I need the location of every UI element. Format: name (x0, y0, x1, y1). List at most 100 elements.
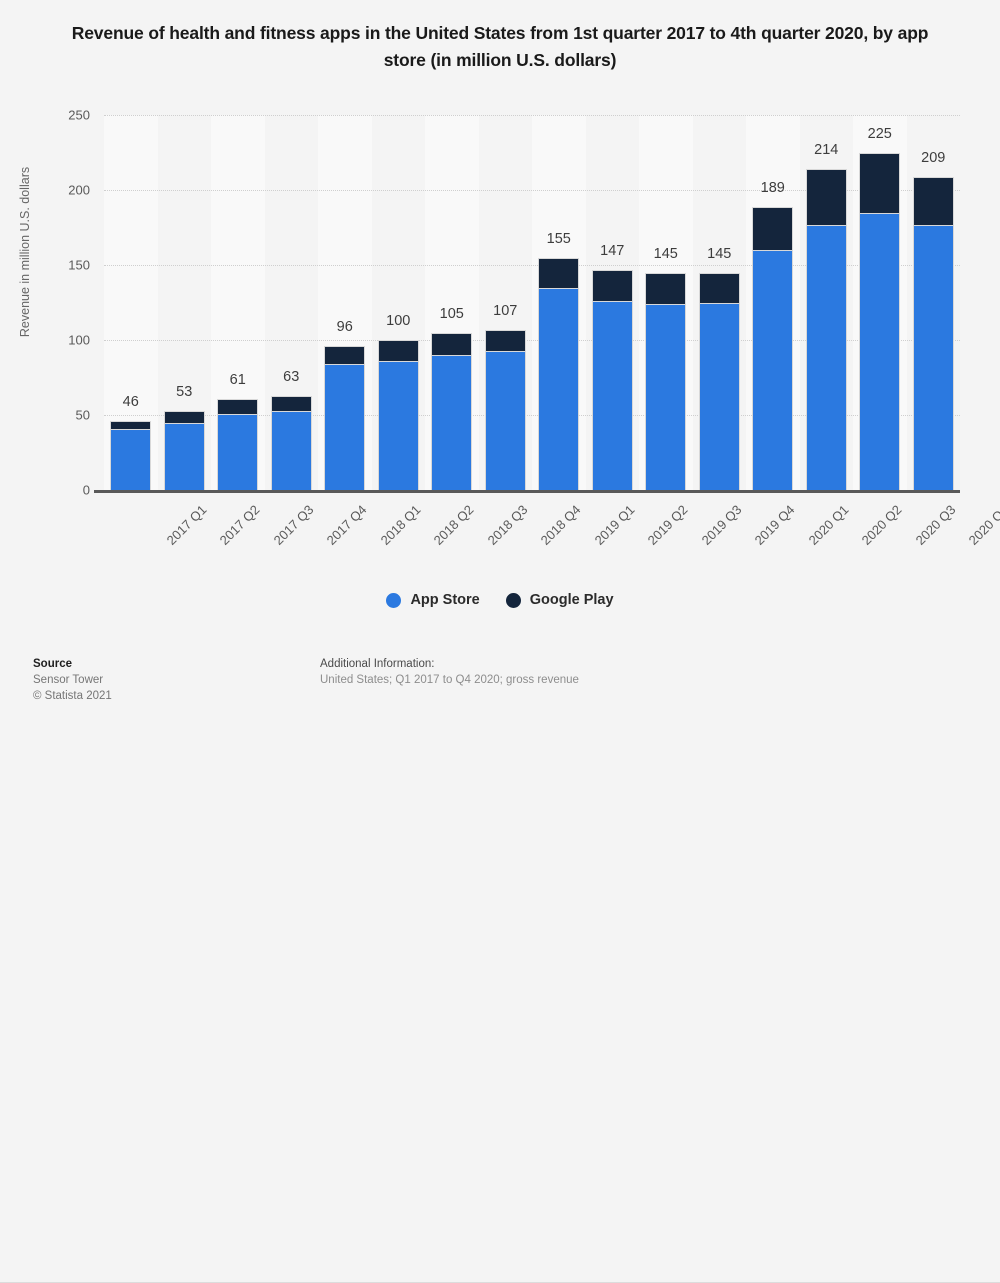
x-tick-label: 2018 Q2 (430, 502, 477, 548)
y-tick-label: 0 (82, 482, 90, 498)
additional-info-text: United States; Q1 2017 to Q4 2020; gross… (320, 674, 579, 686)
y-tick-label: 100 (68, 332, 90, 348)
bar-segment-app-store[interactable] (591, 301, 633, 490)
bar-group[interactable] (431, 332, 473, 490)
bar-value-label: 145 (653, 245, 678, 262)
bar-group[interactable] (698, 272, 740, 490)
bar-segment-google-play[interactable] (859, 152, 901, 213)
bar-segment-google-play[interactable] (484, 329, 526, 351)
bar-group[interactable] (752, 206, 794, 490)
bar-segment-app-store[interactable] (217, 413, 259, 490)
bar-segment-app-store[interactable] (645, 304, 687, 490)
bar-group[interactable] (645, 272, 687, 490)
bar-group[interactable] (110, 421, 152, 490)
plot-frame: 46 2017 Q1 53 2017 Q2 61 2017 Q3 63 2017 Q4 96 20… (94, 115, 1000, 548)
bar-segment-google-play[interactable] (591, 269, 633, 301)
bar-segment-app-store[interactable] (859, 212, 901, 490)
legend-swatch-circle-icon (505, 592, 521, 608)
bar-group[interactable] (163, 410, 205, 490)
bar-value-label: 155 (546, 230, 571, 247)
page-title: Revenue of health and fitness apps in th… (71, 23, 929, 70)
bar-value-label: 61 (229, 371, 246, 388)
bar-segment-app-store[interactable] (270, 410, 312, 490)
footer: Source Sensor Tower © Statista 2021 Addi… (0, 641, 1000, 1283)
bar-value-label: 63 (283, 368, 300, 385)
bar-segment-google-play[interactable] (538, 257, 580, 288)
bar-segment-google-play[interactable] (698, 272, 740, 303)
bar-segment-google-play[interactable] (752, 206, 794, 250)
bar-value-label: 53 (176, 383, 193, 400)
legend-item-google-play[interactable]: Google Play (505, 592, 614, 608)
x-tick-label: 2020 Q4 (965, 502, 1000, 548)
bar-group[interactable] (912, 176, 954, 490)
bar-value-label: 107 (493, 302, 518, 319)
x-tick-label: 2019 Q3 (698, 502, 745, 548)
bar-segment-google-play[interactable] (270, 395, 312, 411)
x-axis-line (94, 490, 960, 493)
bar-segment-app-store[interactable] (377, 361, 419, 490)
bar-segment-google-play[interactable] (431, 332, 473, 355)
bar-segment-google-play[interactable] (377, 340, 419, 361)
x-tick-label: 2019 Q1 (591, 502, 638, 548)
y-tick-label: 50 (75, 407, 90, 423)
x-tick-label: 2018 Q1 (377, 502, 424, 548)
bar-value-label: 214 (814, 142, 839, 158)
bar-value-label: 209 (921, 149, 946, 166)
bar-value-label: 96 (336, 319, 353, 335)
x-tick-label: 2017 Q3 (270, 502, 317, 548)
bar-value-label: 105 (439, 305, 464, 322)
bar-value-label: 147 (600, 242, 625, 259)
bar-group[interactable] (591, 269, 633, 490)
x-tick-label: 2020 Q1 (805, 502, 852, 548)
legend-item-label: App Store (410, 592, 480, 608)
copyright-text: © Statista 2021 (33, 690, 112, 702)
bar-value-label: 225 (867, 125, 892, 142)
x-tick-label: 2020 Q3 (912, 502, 959, 548)
bar-segment-app-store[interactable] (110, 428, 152, 490)
chart-legend: App Store Google Play (0, 592, 1000, 608)
bar-segment-app-store[interactable] (805, 224, 847, 490)
legend-swatch-circle-icon (386, 592, 402, 608)
bar-segment-app-store[interactable] (431, 355, 473, 490)
footer-additional-block: Additional Information: United States; Q… (320, 656, 579, 688)
x-tick-label: 2019 Q2 (644, 502, 691, 548)
bar-segment-app-store[interactable] (698, 302, 740, 490)
plot-area: 46 2017 Q1 53 2017 Q2 61 2017 Q3 63 2017 Q4 96 20… (104, 115, 1000, 548)
bar-segment-app-store[interactable] (538, 287, 580, 490)
bar-group[interactable] (484, 329, 526, 490)
source-heading: Source (33, 658, 72, 670)
y-axis-tick-labels: 0 50 100 150 200 250 (40, 108, 90, 498)
bar-segment-google-play[interactable] (110, 421, 152, 429)
bar-segment-app-store[interactable] (912, 224, 954, 490)
bar-segment-google-play[interactable] (217, 398, 259, 414)
bar-group[interactable] (538, 257, 580, 490)
bar-segment-google-play[interactable] (324, 346, 366, 364)
legend-item-app-store[interactable]: App Store (386, 592, 480, 608)
bar-segment-app-store[interactable] (484, 350, 526, 490)
x-tick-label: 2020 Q2 (858, 502, 905, 548)
bar-segment-app-store[interactable] (752, 250, 794, 490)
additional-info-heading: Additional Information: (320, 658, 435, 670)
bar-group[interactable] (805, 169, 847, 490)
bar-segment-google-play[interactable] (645, 272, 687, 304)
y-tick-label: 150 (68, 257, 90, 273)
x-tick-label: 2017 Q4 (323, 502, 370, 548)
bar-segment-app-store[interactable] (324, 364, 366, 490)
bar-group[interactable] (217, 398, 259, 490)
bar-group[interactable] (377, 340, 419, 490)
bar-value-label: 189 (760, 179, 785, 196)
bar-group[interactable] (859, 152, 901, 490)
bar-segment-app-store[interactable] (163, 422, 205, 490)
bar-group[interactable] (324, 346, 366, 490)
x-tick-label: 2017 Q1 (163, 502, 210, 548)
bar-value-label: 100 (386, 313, 411, 329)
bar-segment-google-play[interactable] (805, 169, 847, 225)
y-tick-label: 250 (68, 107, 90, 123)
bar-segment-google-play[interactable] (912, 176, 954, 225)
y-axis-title: Revenue in million U.S. dollars (18, 166, 32, 338)
bar-segment-google-play[interactable] (163, 410, 205, 423)
bar-group[interactable] (270, 395, 312, 490)
bar-value-label: 46 (122, 394, 139, 410)
x-tick-label: 2018 Q4 (537, 502, 584, 548)
x-tick-label: 2017 Q2 (216, 502, 263, 548)
